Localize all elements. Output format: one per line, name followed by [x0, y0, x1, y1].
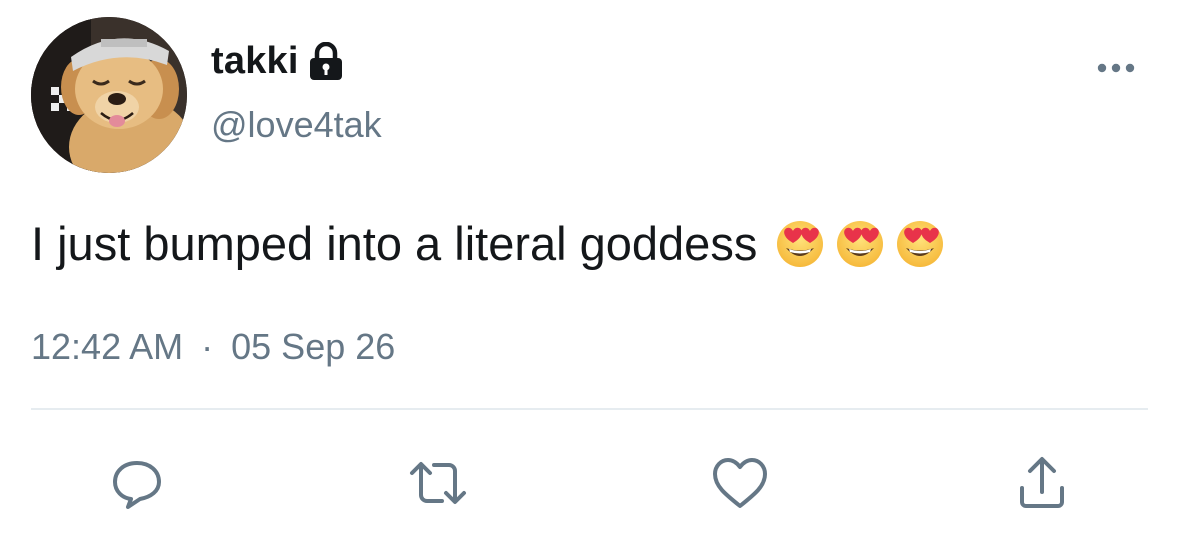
tweet-card: takki @love4tak I just bumped into a lit…: [0, 0, 1179, 547]
like-button[interactable]: [710, 453, 770, 513]
heart-eyes-emoji-icon: [837, 221, 884, 267]
more-options-icon[interactable]: [1092, 56, 1140, 80]
meta-separator: ·: [201, 326, 214, 367]
tweet-text: I just bumped into a literal goddess: [31, 212, 945, 276]
lock-icon: [307, 41, 345, 82]
emoji-group: [775, 219, 945, 269]
display-name[interactable]: takki: [211, 40, 299, 83]
retweet-button[interactable]: [408, 453, 468, 513]
retweet-icon: [410, 462, 466, 504]
avatar[interactable]: [31, 17, 187, 173]
tweet-body: I just bumped into a literal goddess: [31, 217, 758, 270]
share-icon: [1020, 457, 1064, 508]
heart-eyes-emoji-icon: [777, 221, 824, 267]
tweet-date: 05 Sep 26: [231, 326, 396, 367]
heart-eyes-emoji-icon: [897, 221, 944, 267]
dog-avatar-image: [31, 17, 187, 173]
heart-icon: [713, 458, 767, 508]
user-handle[interactable]: @love4tak: [211, 104, 382, 146]
divider: [31, 408, 1148, 410]
tweet-timestamp[interactable]: 12:42 AM · 05 Sep 26: [31, 326, 395, 368]
share-button[interactable]: [1012, 453, 1072, 513]
reply-button[interactable]: [107, 453, 167, 513]
name-row: takki: [211, 36, 345, 86]
reply-icon: [113, 461, 161, 509]
tweet-time: 12:42 AM: [31, 326, 184, 367]
